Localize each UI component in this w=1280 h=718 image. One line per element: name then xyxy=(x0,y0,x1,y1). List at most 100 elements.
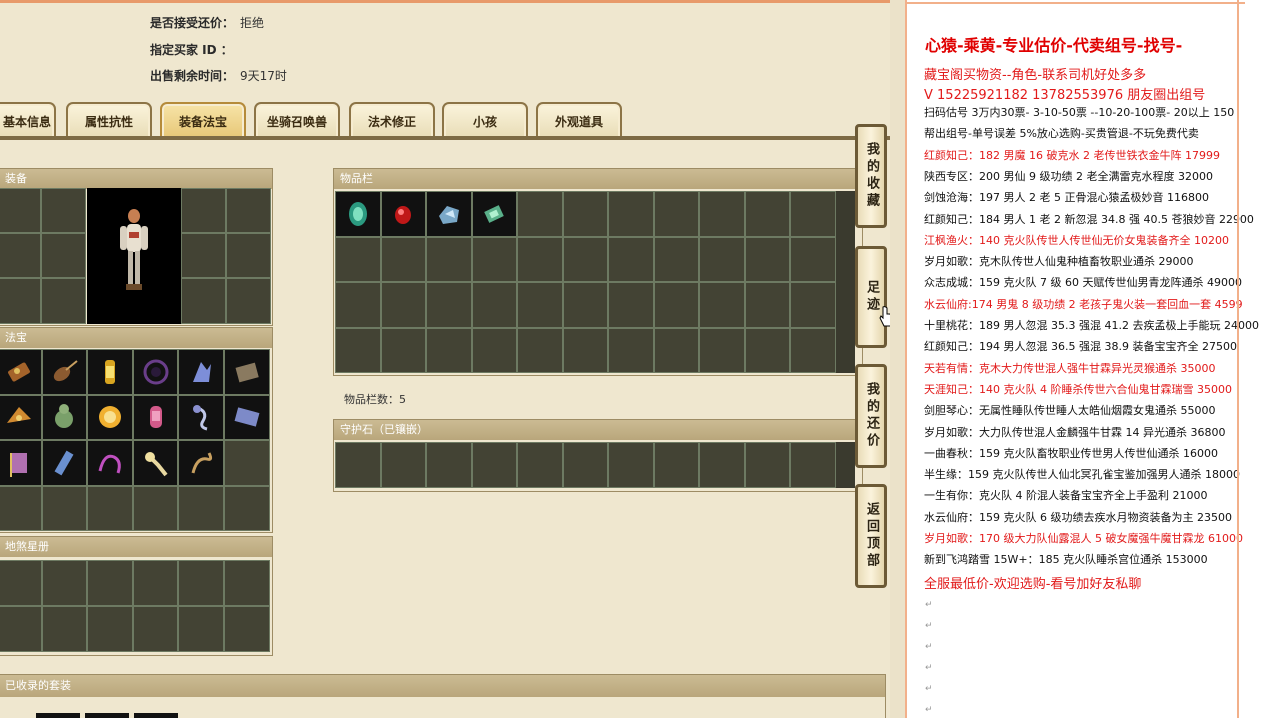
suit-slot[interactable] xyxy=(134,713,178,718)
guardian-slot[interactable] xyxy=(335,442,381,488)
inventory-slot[interactable] xyxy=(790,236,836,282)
star-slot[interactable] xyxy=(178,606,224,652)
equip-slot[interactable] xyxy=(41,233,86,278)
equip-slot[interactable] xyxy=(181,188,226,233)
treasure-slot[interactable] xyxy=(132,394,179,440)
inventory-slot[interactable] xyxy=(744,191,790,237)
inventory-slot[interactable] xyxy=(517,282,563,328)
inventory-slot[interactable] xyxy=(335,191,381,237)
inventory-slot[interactable] xyxy=(426,191,472,237)
treasure-slot[interactable] xyxy=(87,440,133,486)
treasure-slot[interactable] xyxy=(223,485,270,531)
guardian-slot[interactable] xyxy=(744,442,790,488)
star-slot[interactable] xyxy=(0,560,42,606)
inventory-slot[interactable] xyxy=(699,236,745,282)
inventory-slot[interactable] xyxy=(653,327,699,373)
inventory-slot[interactable] xyxy=(380,327,426,373)
tab-child[interactable]: 小孩 xyxy=(442,102,528,138)
guardian-slot[interactable] xyxy=(562,442,608,488)
treasure-slot[interactable] xyxy=(0,349,42,395)
star-slot[interactable] xyxy=(87,560,133,606)
treasure-slot[interactable] xyxy=(0,440,42,486)
inventory-slot[interactable] xyxy=(744,282,790,328)
my-favorites-button[interactable]: 我的收藏 xyxy=(855,124,887,228)
guardian-slot[interactable] xyxy=(517,442,563,488)
treasure-slot[interactable] xyxy=(132,485,179,531)
star-slot[interactable] xyxy=(223,606,270,652)
inventory-slot[interactable] xyxy=(471,191,517,237)
inventory-slot[interactable] xyxy=(744,327,790,373)
star-slot[interactable] xyxy=(132,606,179,652)
star-slot[interactable] xyxy=(0,606,42,652)
treasure-slot[interactable] xyxy=(87,394,133,440)
star-slot[interactable] xyxy=(41,560,88,606)
inventory-slot[interactable] xyxy=(426,282,472,328)
inventory-slot[interactable] xyxy=(653,191,699,237)
footprint-button[interactable]: 足迹 xyxy=(855,246,887,348)
equip-slot[interactable] xyxy=(226,278,271,324)
inventory-slot[interactable] xyxy=(562,191,608,237)
inventory-slot[interactable] xyxy=(517,327,563,373)
inventory-slot[interactable] xyxy=(608,327,654,373)
inventory-slot[interactable] xyxy=(653,282,699,328)
guardian-slot[interactable] xyxy=(699,442,745,488)
star-slot[interactable] xyxy=(132,560,179,606)
inventory-slot[interactable] xyxy=(426,327,472,373)
star-slot[interactable] xyxy=(87,606,133,652)
tab-equipment[interactable]: 装备法宝 xyxy=(160,102,246,138)
treasure-slot[interactable] xyxy=(178,394,224,440)
equip-slot[interactable] xyxy=(226,188,271,233)
star-slot[interactable] xyxy=(178,560,224,606)
tab-basic-info[interactable]: 基本信息 xyxy=(0,102,56,138)
inventory-slot[interactable] xyxy=(790,191,836,237)
inventory-slot[interactable] xyxy=(562,327,608,373)
inventory-slot[interactable] xyxy=(562,282,608,328)
inventory-slot[interactable] xyxy=(790,282,836,328)
equip-slot[interactable] xyxy=(0,188,41,233)
equip-slot[interactable] xyxy=(226,233,271,278)
treasure-slot[interactable] xyxy=(223,440,270,486)
treasure-slot[interactable] xyxy=(178,349,224,395)
treasure-slot[interactable] xyxy=(132,349,179,395)
inventory-slot[interactable] xyxy=(562,236,608,282)
tab-spells[interactable]: 法术修正 xyxy=(349,102,435,138)
treasure-slot[interactable] xyxy=(0,394,42,440)
suit-slot[interactable] xyxy=(36,713,80,718)
treasure-slot[interactable] xyxy=(0,485,42,531)
equip-slot[interactable] xyxy=(41,188,86,233)
treasure-slot[interactable] xyxy=(132,440,179,486)
star-slot[interactable] xyxy=(41,606,88,652)
inventory-slot[interactable] xyxy=(471,282,517,328)
star-slot[interactable] xyxy=(223,560,270,606)
inventory-slot[interactable] xyxy=(608,191,654,237)
inventory-slot[interactable] xyxy=(380,236,426,282)
treasure-slot[interactable] xyxy=(223,394,270,440)
guardian-slot[interactable] xyxy=(380,442,426,488)
tab-mounts-pets[interactable]: 坐骑召唤兽 xyxy=(254,102,340,138)
treasure-slot[interactable] xyxy=(178,485,224,531)
treasure-slot[interactable] xyxy=(223,349,270,395)
inventory-slot[interactable] xyxy=(335,327,381,373)
guardian-slot[interactable] xyxy=(608,442,654,488)
inventory-slot[interactable] xyxy=(699,327,745,373)
inventory-slot[interactable] xyxy=(608,282,654,328)
inventory-slot[interactable] xyxy=(608,236,654,282)
treasure-slot[interactable] xyxy=(41,485,88,531)
treasure-slot[interactable] xyxy=(87,485,133,531)
guardian-slot[interactable] xyxy=(790,442,836,488)
equip-slot[interactable] xyxy=(181,278,226,324)
inventory-slot[interactable] xyxy=(790,327,836,373)
suit-slot[interactable] xyxy=(85,713,129,718)
guardian-slot[interactable] xyxy=(653,442,699,488)
treasure-slot[interactable] xyxy=(178,440,224,486)
guardian-slot[interactable] xyxy=(471,442,517,488)
equip-slot[interactable] xyxy=(41,278,86,324)
inventory-slot[interactable] xyxy=(471,327,517,373)
inventory-slot[interactable] xyxy=(335,282,381,328)
inventory-slot[interactable] xyxy=(426,236,472,282)
inventory-slot[interactable] xyxy=(517,191,563,237)
inventory-slot[interactable] xyxy=(380,191,426,237)
inventory-slot[interactable] xyxy=(335,236,381,282)
tab-attributes[interactable]: 属性抗性 xyxy=(66,102,152,138)
treasure-slot[interactable] xyxy=(41,394,88,440)
